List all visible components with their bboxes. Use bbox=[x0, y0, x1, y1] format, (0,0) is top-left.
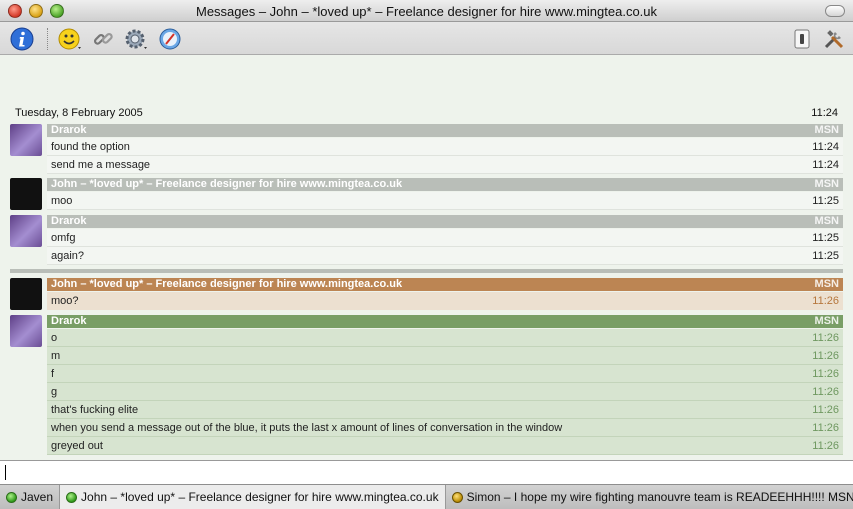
sender-name: Drarok bbox=[51, 124, 87, 136]
protocol-label: MSN bbox=[814, 178, 839, 190]
message-group: John – *loved up* – Freelance designer f… bbox=[10, 178, 843, 211]
protocol-label: MSN bbox=[814, 278, 839, 290]
message-header: John – *loved up* – Freelance designer f… bbox=[47, 178, 843, 191]
info-icon[interactable] bbox=[10, 27, 34, 51]
message-text: when you send a message out of the blue,… bbox=[51, 421, 563, 434]
message-text: moo? bbox=[51, 295, 79, 307]
message-time: 11:26 bbox=[812, 367, 839, 380]
message-text: again? bbox=[51, 249, 85, 262]
message-row: f 11:26 bbox=[47, 365, 843, 383]
toolbar bbox=[0, 22, 853, 55]
tab-label: Simon – I hope my wire fighting manouvre… bbox=[466, 490, 853, 504]
date-label: Tuesday, 8 February 2005 bbox=[15, 107, 143, 119]
message-input[interactable] bbox=[0, 460, 853, 484]
message-group: Drarok MSN omfg 11:25 again? 11:25 bbox=[10, 215, 843, 265]
chat-transcript[interactable]: Tuesday, 8 February 2005 11:24 Drarok MSN… bbox=[0, 56, 853, 460]
message-group: Drarok MSN found the option 11:24 send me … bbox=[10, 124, 843, 174]
protocol-label: MSN bbox=[814, 215, 839, 227]
message-header: Drarok MSN bbox=[47, 124, 843, 137]
avatar bbox=[10, 278, 42, 310]
message-time: 11:25 bbox=[812, 249, 839, 262]
message-row: that's fucking elite 11:26 bbox=[47, 401, 843, 419]
message-header: John – *loved up* – Freelance designer f… bbox=[47, 278, 843, 291]
tab-label: John – *loved up* – Freelance designer f… bbox=[81, 490, 439, 504]
message-row: moo 11:25 bbox=[47, 192, 843, 210]
message-time: 11:26 bbox=[812, 403, 839, 416]
lightswitch-icon[interactable] bbox=[790, 27, 814, 51]
message-text: send me a message bbox=[51, 158, 151, 171]
message-time: 11:26 bbox=[812, 331, 839, 344]
avatar bbox=[10, 315, 42, 347]
avatar bbox=[10, 178, 42, 210]
status-online-icon bbox=[6, 491, 17, 503]
history-divider bbox=[10, 269, 843, 273]
message-time: 11:24 bbox=[812, 158, 839, 171]
message-row: g 11:26 bbox=[47, 383, 843, 401]
message-row: omfg 11:25 bbox=[47, 229, 843, 247]
tab-john[interactable]: John – *loved up* – Freelance designer f… bbox=[60, 485, 446, 509]
window-title: Messages – John – *loved up* – Freelance… bbox=[195, 4, 658, 19]
message-text: greyed out bbox=[51, 439, 103, 452]
toolbar-separator bbox=[47, 28, 48, 50]
avatar bbox=[10, 124, 42, 156]
message-time: 11:25 bbox=[812, 231, 839, 244]
message-text: omfg bbox=[51, 231, 76, 244]
safari-icon[interactable] bbox=[158, 27, 182, 51]
message-text: f bbox=[51, 367, 55, 380]
message-text: moo bbox=[51, 194, 73, 207]
sender-name: Drarok bbox=[51, 215, 87, 227]
avatar bbox=[10, 215, 42, 247]
message-header: Drarok MSN bbox=[47, 215, 843, 228]
message-row: again? 11:25 bbox=[47, 247, 843, 265]
text-caret bbox=[5, 465, 6, 480]
date-time: 11:24 bbox=[811, 107, 838, 119]
toolbar-toggle-button[interactable] bbox=[825, 5, 845, 17]
message-row: found the option 11:24 bbox=[47, 138, 843, 156]
message-row: when you send a message out of the blue,… bbox=[47, 419, 843, 437]
status-online-icon bbox=[66, 491, 78, 503]
protocol-label: MSN bbox=[814, 124, 839, 136]
message-text: that's fucking elite bbox=[51, 403, 139, 416]
message-time: 11:25 bbox=[812, 194, 839, 207]
tab-label: Javen bbox=[21, 490, 54, 504]
tab-simon[interactable]: Simon – I hope my wire fighting manouvre… bbox=[446, 485, 853, 509]
tab-bar: Javen John – *loved up* – Freelance desi… bbox=[0, 484, 853, 509]
message-time: 11:26 bbox=[812, 439, 839, 452]
tab-javen[interactable]: Javen bbox=[0, 485, 61, 509]
message-time: 11:26 bbox=[812, 295, 839, 307]
tools-icon[interactable] bbox=[822, 27, 846, 51]
protocol-label: MSN bbox=[814, 315, 839, 327]
message-text: g bbox=[51, 385, 58, 398]
message-time: 11:26 bbox=[812, 385, 839, 398]
message-row: o 11:26 bbox=[47, 329, 843, 347]
message-text: m bbox=[51, 349, 61, 362]
message-time: 11:24 bbox=[812, 140, 839, 153]
message-header: Drarok MSN bbox=[47, 315, 843, 328]
message-time: 11:26 bbox=[812, 349, 839, 362]
sender-name: Drarok bbox=[51, 315, 87, 327]
message-text: o bbox=[51, 331, 58, 344]
message-text: found the option bbox=[51, 140, 130, 153]
sender-name: John – *loved up* – Freelance designer f… bbox=[51, 278, 403, 290]
link-icon[interactable] bbox=[91, 27, 115, 51]
message-group: Drarok MSN o 11:26 m 11:26 f 11:26 g 11:26 th… bbox=[10, 315, 843, 455]
message-group: John – *loved up* – Freelance designer f… bbox=[10, 278, 843, 311]
message-time: 11:26 bbox=[812, 421, 839, 434]
date-header: Tuesday, 8 February 2005 11:24 bbox=[15, 107, 838, 119]
status-alert-icon bbox=[451, 491, 463, 503]
message-row: moo? 11:26 bbox=[47, 292, 843, 310]
message-row: m 11:26 bbox=[47, 347, 843, 365]
smiley-icon[interactable] bbox=[58, 27, 82, 51]
gear-icon[interactable] bbox=[124, 27, 148, 51]
message-row: send me a message 11:24 bbox=[47, 156, 843, 174]
title-bar: Messages – John – *loved up* – Freelance… bbox=[0, 0, 853, 22]
message-row: greyed out 11:26 bbox=[47, 437, 843, 455]
sender-name: John – *loved up* – Freelance designer f… bbox=[51, 178, 403, 190]
